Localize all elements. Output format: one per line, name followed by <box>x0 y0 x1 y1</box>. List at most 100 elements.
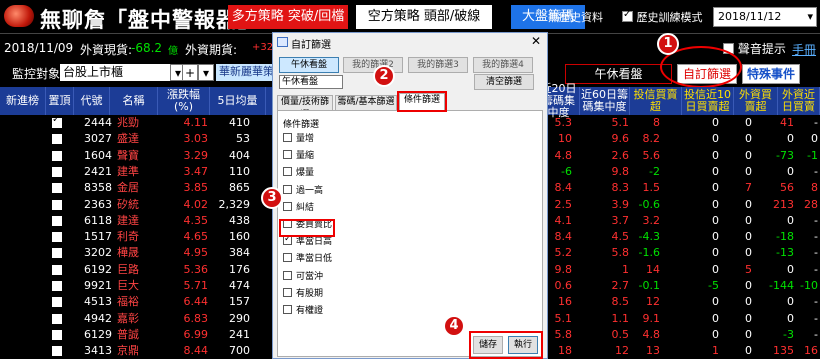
column-header[interactable]: 外資近日買賣 <box>778 87 820 115</box>
option-checkbox[interactable]: 有股期 <box>283 287 324 302</box>
cell-fb: 0 <box>745 279 752 292</box>
cell-t10: -5 <box>708 279 719 292</box>
pin-checkbox[interactable] <box>52 264 62 275</box>
cell-fb: 0 <box>745 132 752 146</box>
date-picker[interactable]: 2018/11/12 ▾ <box>713 7 817 27</box>
strategy-long-button[interactable]: 多方策略 突破/回檔 <box>228 5 348 29</box>
cell-code: 4513 <box>84 295 112 309</box>
option-checkbox[interactable]: 糾結 <box>283 201 314 216</box>
pin-checkbox[interactable] <box>52 199 62 210</box>
cell-c60: 3.7 <box>611 213 630 227</box>
cell-f5: 0 <box>787 132 794 146</box>
option-checkbox[interactable]: 準當日高 <box>283 233 333 250</box>
pin-checkbox[interactable] <box>52 248 62 259</box>
filter-slot-1-button[interactable]: 午休看盤 <box>279 57 339 73</box>
column-header[interactable]: 代號 <box>74 87 110 115</box>
cell-pct: 3.85 <box>183 181 209 195</box>
column-header[interactable]: 名稱 <box>110 87 158 115</box>
column-header[interactable]: 投信買賣超 <box>630 87 682 115</box>
tab-price-technical[interactable]: 價量/技術篩選 <box>277 95 333 120</box>
option-checkbox[interactable]: 量增 <box>283 133 314 147</box>
pin-checkbox[interactable] <box>52 150 62 161</box>
cell-code: 6192 <box>84 262 112 276</box>
checkbox-icon[interactable] <box>283 287 292 297</box>
checkbox-icon[interactable] <box>283 184 292 194</box>
pin-checkbox[interactable] <box>52 313 62 324</box>
pin-checkbox[interactable] <box>52 232 62 243</box>
close-icon[interactable]: ✕ <box>531 34 541 48</box>
cell-name: 金居 <box>117 181 139 195</box>
stock-dropdown-icon[interactable]: ▾ <box>198 64 214 81</box>
highlight-box-tab <box>397 91 447 112</box>
special-events-button[interactable]: 特殊事件 <box>742 64 800 84</box>
option-label: 有股期 <box>296 288 324 299</box>
option-checkbox[interactable]: 可當沖 <box>283 270 324 285</box>
window-icon <box>277 37 288 47</box>
cell-f10: - <box>814 295 818 309</box>
checkbox-icon[interactable] <box>283 305 292 314</box>
option-checkbox[interactable]: 有權證 <box>283 305 323 319</box>
foreign-spot-label: 外資現貨: <box>80 43 133 57</box>
strategy-name-button[interactable]: 華新麗華策略 <box>216 64 272 81</box>
pin-checkbox[interactable] <box>52 215 62 226</box>
checkbox-icon[interactable] <box>283 233 292 246</box>
filter-name-input[interactable]: 午休看盤 <box>279 75 343 89</box>
filter-slot-4-button[interactable]: 我的篩選4 <box>473 57 533 73</box>
cell-c60: 12 <box>615 344 629 358</box>
clear-filter-button[interactable]: 清空篩選 <box>474 74 534 90</box>
cell-f10: - <box>814 246 818 260</box>
cell-pct: 4.65 <box>183 230 209 244</box>
cell-avg: 241 <box>229 327 250 341</box>
option-checkbox[interactable]: 爆量 <box>283 167 314 181</box>
pin-checkbox[interactable] <box>52 166 62 177</box>
cell-fb: 0 <box>745 344 752 358</box>
column-header[interactable]: 外資買賣超 <box>734 87 778 115</box>
option-checkbox[interactable]: 過一高 <box>283 184 323 199</box>
pin-checkbox[interactable] <box>52 183 62 194</box>
pin-checkbox[interactable] <box>52 297 62 308</box>
cell-code: 2363 <box>84 197 112 211</box>
column-header[interactable]: 投信近10日買賣超 <box>682 87 734 115</box>
chevron-down-icon[interactable]: ▾ <box>807 8 813 26</box>
cell-name: 建準 <box>117 164 139 178</box>
checkbox-icon[interactable] <box>283 150 292 160</box>
date-value: 2018/11/12 <box>718 10 782 23</box>
option-label: 準當日高 <box>296 237 333 248</box>
cell-pct: 4.35 <box>183 213 209 227</box>
checkbox-icon[interactable] <box>283 253 292 263</box>
add-button[interactable]: + <box>182 64 198 81</box>
cell-tb: 9.1 <box>642 311 661 325</box>
tab-chips-fundamental[interactable]: 籌碼/基本篩選 <box>335 95 397 110</box>
monitor-target-select[interactable]: 台股上市櫃 <box>60 64 170 81</box>
pin-checkbox[interactable] <box>52 114 62 128</box>
column-header[interactable]: 漲跌幅(%) <box>158 87 210 115</box>
option-checkbox[interactable]: 準當日低 <box>283 253 332 267</box>
manual-link[interactable]: 手冊 <box>792 41 816 58</box>
cell-f10: - <box>814 230 818 244</box>
cell-f5: -3 <box>783 327 794 341</box>
checkbox-icon[interactable] <box>283 167 292 177</box>
cell-code: 3202 <box>84 246 112 260</box>
train-mode-checkbox[interactable]: 歷史訓練模式 <box>622 9 703 25</box>
option-label: 可當沖 <box>296 271 324 282</box>
pin-checkbox[interactable] <box>52 346 62 357</box>
cell-f5: -13 <box>776 246 794 260</box>
checkbox-icon[interactable] <box>283 133 292 142</box>
column-header[interactable]: 5日均量 <box>210 87 266 115</box>
option-checkbox[interactable]: 量縮 <box>283 150 314 164</box>
pin-checkbox[interactable] <box>52 134 62 145</box>
filter-slot-3-button[interactable]: 我的篩選3 <box>408 57 468 73</box>
pin-checkbox[interactable] <box>52 329 62 340</box>
column-header[interactable]: 新進榜 <box>0 87 46 115</box>
cell-f5: 56 <box>780 181 794 195</box>
checkbox-icon[interactable] <box>283 201 292 211</box>
column-header[interactable]: 近60日籌碼集中度 <box>580 87 630 115</box>
cell-c60: 5.8 <box>611 246 630 260</box>
column-header[interactable]: 置頂 <box>46 87 74 115</box>
pin-checkbox[interactable] <box>52 281 62 291</box>
checkbox-icon[interactable] <box>283 270 292 280</box>
cell-fb: 5 <box>745 262 752 276</box>
train-mode-check-icon[interactable] <box>622 9 633 22</box>
strategy-short-button[interactable]: 空方策略 頭部/破線 <box>356 5 492 29</box>
cell-t10: 0 <box>712 311 719 325</box>
